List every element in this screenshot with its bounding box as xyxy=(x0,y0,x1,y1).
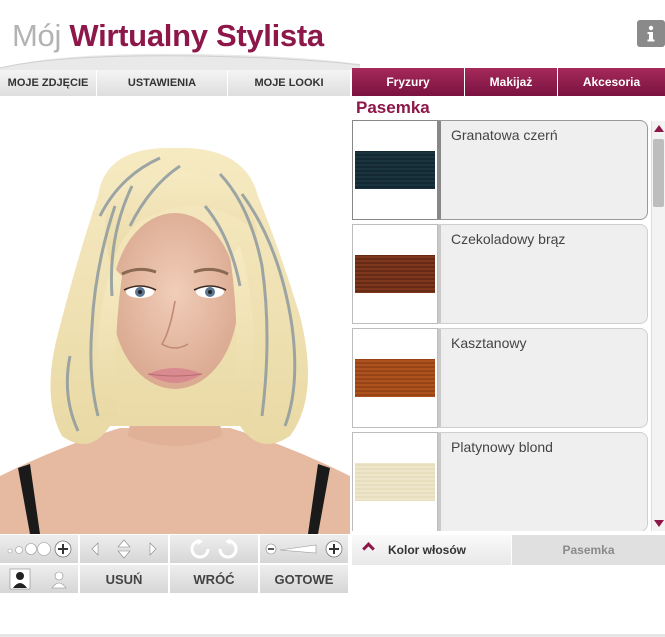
done-button[interactable]: GOTOWE xyxy=(260,565,348,593)
person-outline-icon[interactable] xyxy=(48,568,70,590)
swatch-item[interactable]: Czekoladowy brąz xyxy=(352,224,649,324)
header: Mój Wirtualny Stylista xyxy=(0,0,665,70)
swatch-thumb xyxy=(352,328,438,428)
tab-makeup[interactable]: Makijaż xyxy=(465,68,558,96)
done-button-label: GOTOWE xyxy=(274,571,334,587)
rotate-control[interactable] xyxy=(170,535,260,563)
swatch-item[interactable]: Granatowa czerń xyxy=(352,120,649,220)
highlights-list: Granatowa czerń Czekoladowy brąz Kasztan… xyxy=(352,119,650,531)
zoom-slider-icon xyxy=(265,540,343,558)
info-icon xyxy=(647,25,655,41)
swatch-color xyxy=(355,359,435,397)
photo-preview[interactable] xyxy=(0,96,350,534)
header-swoosh xyxy=(0,53,360,70)
tab-hairstyles[interactable]: Fryzury xyxy=(352,68,465,96)
left-tabs: MOJE ZDJĘCIE USTAWIENIA MOJE LOOKI xyxy=(0,70,350,96)
swatch-thumb xyxy=(352,120,438,220)
move-arrows-icon xyxy=(91,539,157,559)
info-button[interactable] xyxy=(637,20,665,47)
scroll-up-icon[interactable] xyxy=(654,125,664,132)
tab-settings[interactable]: USTAWIENIA xyxy=(97,70,228,96)
tab-my-photo[interactable]: MOJE ZDJĘCIE xyxy=(0,70,97,96)
swatch-color xyxy=(355,151,435,189)
swatch-label: Platynowy blond xyxy=(451,439,553,455)
swatch-color xyxy=(355,255,435,293)
chevron-up-icon xyxy=(362,542,375,555)
swatch-label-box: Kasztanowy xyxy=(438,328,648,428)
section-title: Pasemka xyxy=(356,98,430,117)
person-icon[interactable] xyxy=(9,568,31,590)
swatch-label: Granatowa czerń xyxy=(451,127,558,143)
swatch-label: Kasztanowy xyxy=(451,335,527,351)
rotate-icons xyxy=(190,539,238,559)
swatch-label-box: Czekoladowy brąz xyxy=(438,224,648,324)
hair-color-button[interactable]: Kolor włosów xyxy=(352,535,511,565)
brush-size-control xyxy=(0,535,80,563)
controls-row-2: USUŃ WRÓĆ GOTOWE xyxy=(0,565,348,593)
swatch-label: Czekoladowy brąz xyxy=(451,231,566,247)
swatch-label-box: Granatowa czerń xyxy=(438,120,648,220)
remove-button[interactable]: USUŃ xyxy=(80,565,170,593)
remove-button-label: USUŃ xyxy=(105,571,143,587)
right-tabs: Fryzury Makijaż Akcesoria xyxy=(352,68,665,96)
swatch-thumb xyxy=(352,224,438,324)
highlights-label: Pasemka xyxy=(562,543,615,557)
zoom-control[interactable] xyxy=(260,535,348,563)
view-toggle xyxy=(0,565,80,593)
back-button[interactable]: WRÓĆ xyxy=(170,565,260,593)
hair-color-label: Kolor włosów xyxy=(388,543,466,557)
list-scrollbar[interactable] xyxy=(651,121,665,531)
swatch-thumb xyxy=(352,432,438,531)
back-button-label: WRÓĆ xyxy=(193,571,235,587)
brush-size-icons xyxy=(7,540,72,558)
swatch-item[interactable]: Platynowy blond xyxy=(352,432,649,531)
move-control[interactable] xyxy=(80,535,170,563)
swatch-color xyxy=(355,463,435,501)
highlights-button[interactable]: Pasemka xyxy=(512,535,665,565)
tab-my-looks[interactable]: MOJE LOOKI xyxy=(228,70,350,96)
scroll-thumb[interactable] xyxy=(653,139,664,207)
tab-accessories[interactable]: Akcesoria xyxy=(558,68,665,96)
model-photo xyxy=(0,147,350,534)
swatch-item[interactable]: Kasztanowy xyxy=(352,328,649,428)
scroll-down-icon[interactable] xyxy=(654,520,664,527)
swatch-label-box: Platynowy blond xyxy=(438,432,648,531)
controls-row-1 xyxy=(0,535,348,563)
